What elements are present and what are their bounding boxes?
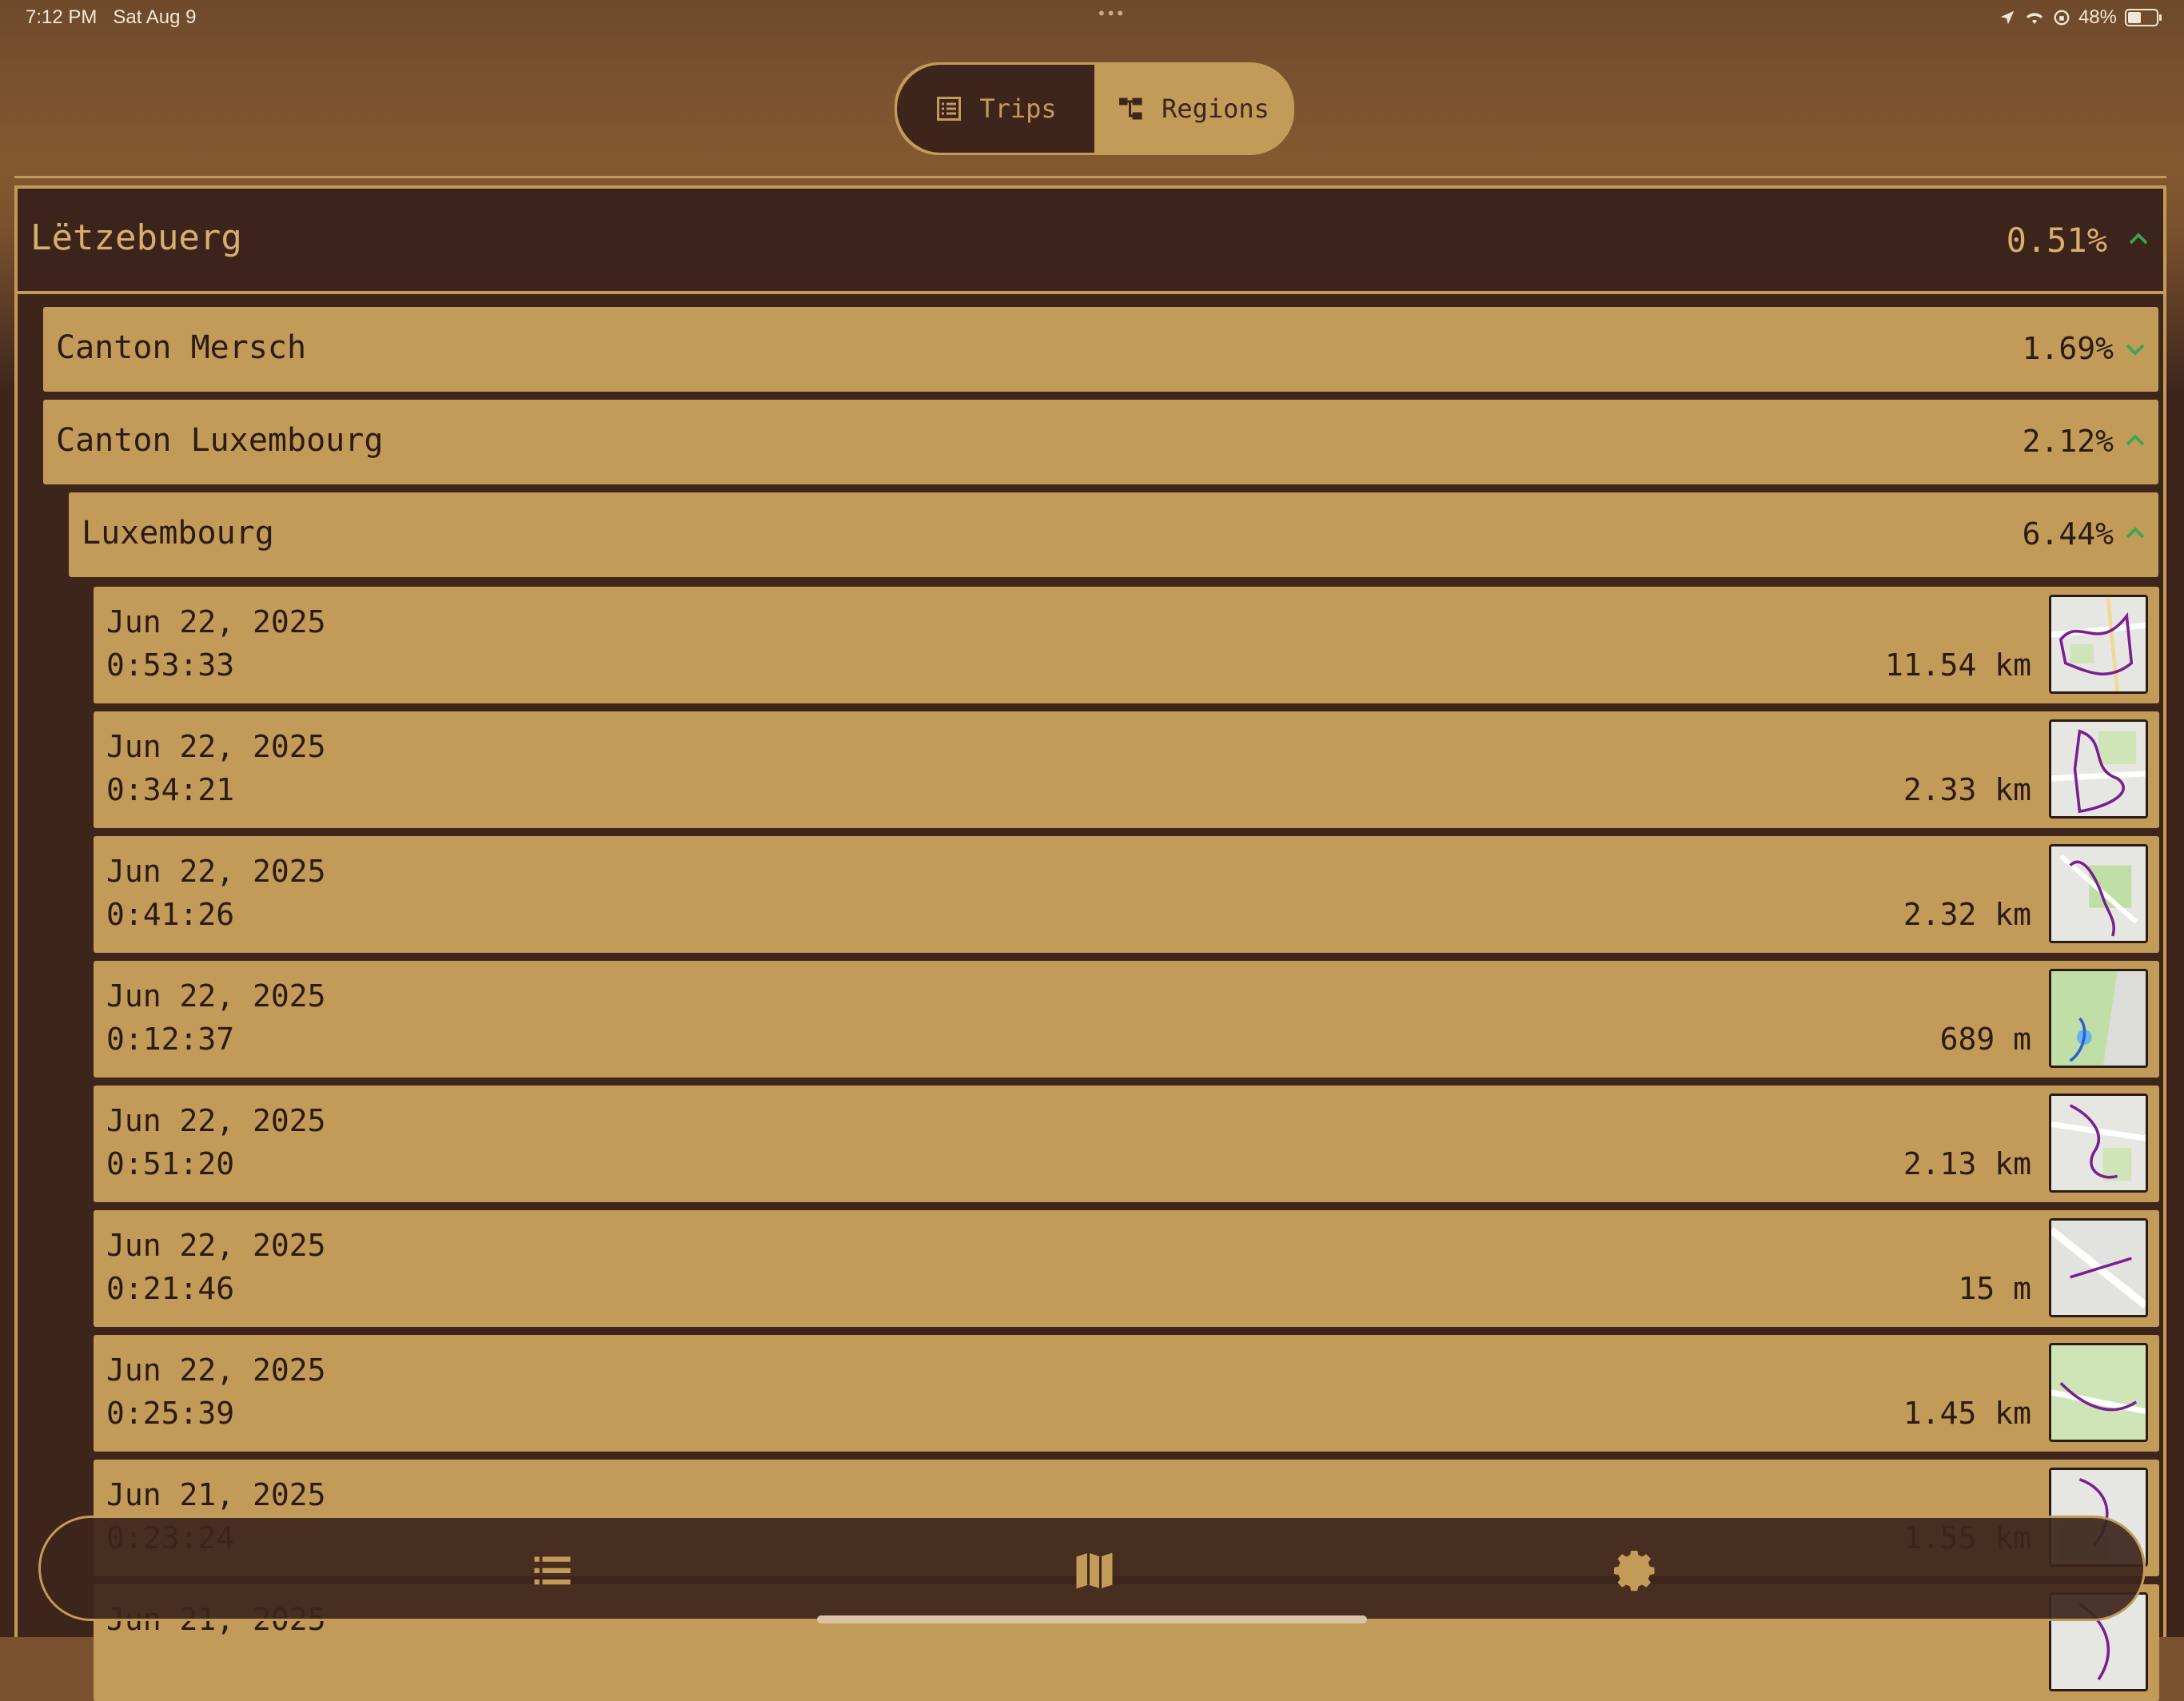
trip-distance: 689 m bbox=[1939, 1022, 2031, 1057]
trip-duration: 0:21:46 bbox=[106, 1271, 235, 1306]
trip-row[interactable]: Jun 22, 2025 0:41:26 2.32 km bbox=[94, 836, 2159, 953]
chevron-up-icon[interactable] bbox=[2123, 521, 2147, 545]
trip-date: Jun 22, 2025 bbox=[106, 1228, 326, 1263]
trip-map-thumbnail[interactable] bbox=[2049, 844, 2148, 943]
chevron-down-icon[interactable] bbox=[2123, 337, 2147, 361]
trip-date: Jun 22, 2025 bbox=[106, 854, 326, 889]
tab-map[interactable] bbox=[1070, 1547, 1118, 1595]
trip-row[interactable]: Jun 22, 2025 0:34:21 2.33 km bbox=[94, 711, 2159, 828]
trip-map-thumbnail[interactable] bbox=[2049, 1094, 2148, 1193]
region-percent: 6.44% bbox=[2022, 516, 2114, 552]
region-name: Lëtzebuerg bbox=[30, 217, 242, 258]
orientation-lock-icon bbox=[2054, 10, 2070, 26]
divider bbox=[14, 176, 2166, 178]
map-icon bbox=[1076, 1552, 1113, 1589]
chevron-up-icon[interactable] bbox=[2126, 227, 2150, 251]
region-name: Luxembourg bbox=[82, 515, 274, 552]
trip-duration: 0:53:33 bbox=[106, 647, 235, 683]
region-row-city-luxembourg[interactable]: Luxembourg 6.44% bbox=[69, 492, 2158, 577]
region-percent: 2.12% bbox=[2022, 424, 2114, 459]
trip-date: Jun 21, 2025 bbox=[106, 1477, 326, 1512]
gear-icon bbox=[1614, 1551, 1655, 1591]
segment-trips-label: Trips bbox=[979, 94, 1057, 124]
region-percent: 1.69% bbox=[2022, 331, 2114, 366]
segment-regions[interactable]: Regions bbox=[1094, 65, 1292, 153]
hierarchy-icon bbox=[1119, 98, 1142, 120]
trip-distance: 15 m bbox=[1958, 1271, 2031, 1306]
battery-icon bbox=[2125, 9, 2162, 26]
trip-row[interactable]: Jun 22, 2025 0:25:39 1.45 km bbox=[94, 1335, 2159, 1452]
tab-bar bbox=[38, 1516, 2146, 1621]
status-time: 7:12 PM Sat Aug 9 bbox=[26, 6, 197, 28]
trip-row[interactable]: Jun 22, 2025 0:51:20 2.13 km bbox=[94, 1086, 2159, 1202]
region-name: Canton Mersch bbox=[56, 329, 307, 366]
trip-row[interactable]: Jun 22, 2025 0:53:33 11.54 km bbox=[94, 587, 2159, 703]
trip-distance: 2.13 km bbox=[1903, 1146, 2031, 1181]
location-arrow-icon bbox=[2000, 10, 2015, 25]
home-indicator[interactable] bbox=[817, 1615, 1367, 1623]
wifi-icon bbox=[2026, 13, 2043, 24]
region-row-canton-luxembourg[interactable]: Canton Luxembourg 2.12% bbox=[43, 400, 2158, 484]
status-bar: 7:12 PM Sat Aug 9 ••• 48% bbox=[26, 3, 2162, 32]
segment-regions-label: Regions bbox=[1162, 94, 1269, 124]
region-row-country[interactable]: Lëtzebuerg 0.51% bbox=[18, 189, 2163, 294]
region-percent: 0.51% bbox=[2006, 221, 2107, 260]
trip-map-thumbnail[interactable] bbox=[2049, 719, 2148, 819]
trip-date: Jun 22, 2025 bbox=[106, 1103, 326, 1138]
trip-duration: 0:12:37 bbox=[106, 1022, 235, 1057]
trip-date: Jun 22, 2025 bbox=[106, 978, 326, 1014]
trip-distance: 11.54 km bbox=[1884, 647, 2031, 683]
trip-map-thumbnail[interactable] bbox=[2049, 969, 2148, 1068]
chevron-up-icon[interactable] bbox=[2123, 428, 2147, 452]
view-segmented-control[interactable]: Trips Regions bbox=[895, 62, 1294, 155]
trip-duration: 0:51:20 bbox=[106, 1146, 235, 1181]
multitasking-dots[interactable]: ••• bbox=[1098, 3, 1126, 24]
trip-distance: 2.33 km bbox=[1903, 772, 2031, 807]
trip-duration: 0:41:26 bbox=[106, 897, 235, 932]
list-icon bbox=[534, 1556, 571, 1585]
trip-map-thumbnail[interactable] bbox=[2049, 1343, 2148, 1442]
list-icon bbox=[937, 97, 962, 121]
trip-map-thumbnail[interactable] bbox=[2049, 1218, 2148, 1317]
trip-date: Jun 22, 2025 bbox=[106, 604, 326, 639]
trip-date: Jun 22, 2025 bbox=[106, 1352, 326, 1388]
trip-map-thumbnail[interactable] bbox=[2049, 595, 2148, 694]
trip-distance: 1.45 km bbox=[1903, 1396, 2031, 1431]
trip-distance: 2.32 km bbox=[1903, 897, 2031, 932]
region-name: Canton Luxembourg bbox=[56, 422, 384, 459]
trip-date: Jun 22, 2025 bbox=[106, 729, 326, 764]
tab-settings[interactable] bbox=[1612, 1547, 1660, 1595]
trip-duration: 0:25:39 bbox=[106, 1396, 235, 1431]
segment-trips[interactable]: Trips bbox=[897, 65, 1094, 153]
trip-duration: 0:34:21 bbox=[106, 772, 235, 807]
trip-row[interactable]: Jun 22, 2025 0:12:37 689 m bbox=[94, 961, 2159, 1078]
battery-percent: 48% bbox=[2078, 6, 2117, 28]
tab-list[interactable] bbox=[528, 1547, 576, 1595]
trip-row[interactable]: Jun 22, 2025 0:21:46 15 m bbox=[94, 1210, 2159, 1327]
region-row-canton-mersch[interactable]: Canton Mersch 1.69% bbox=[43, 307, 2158, 392]
